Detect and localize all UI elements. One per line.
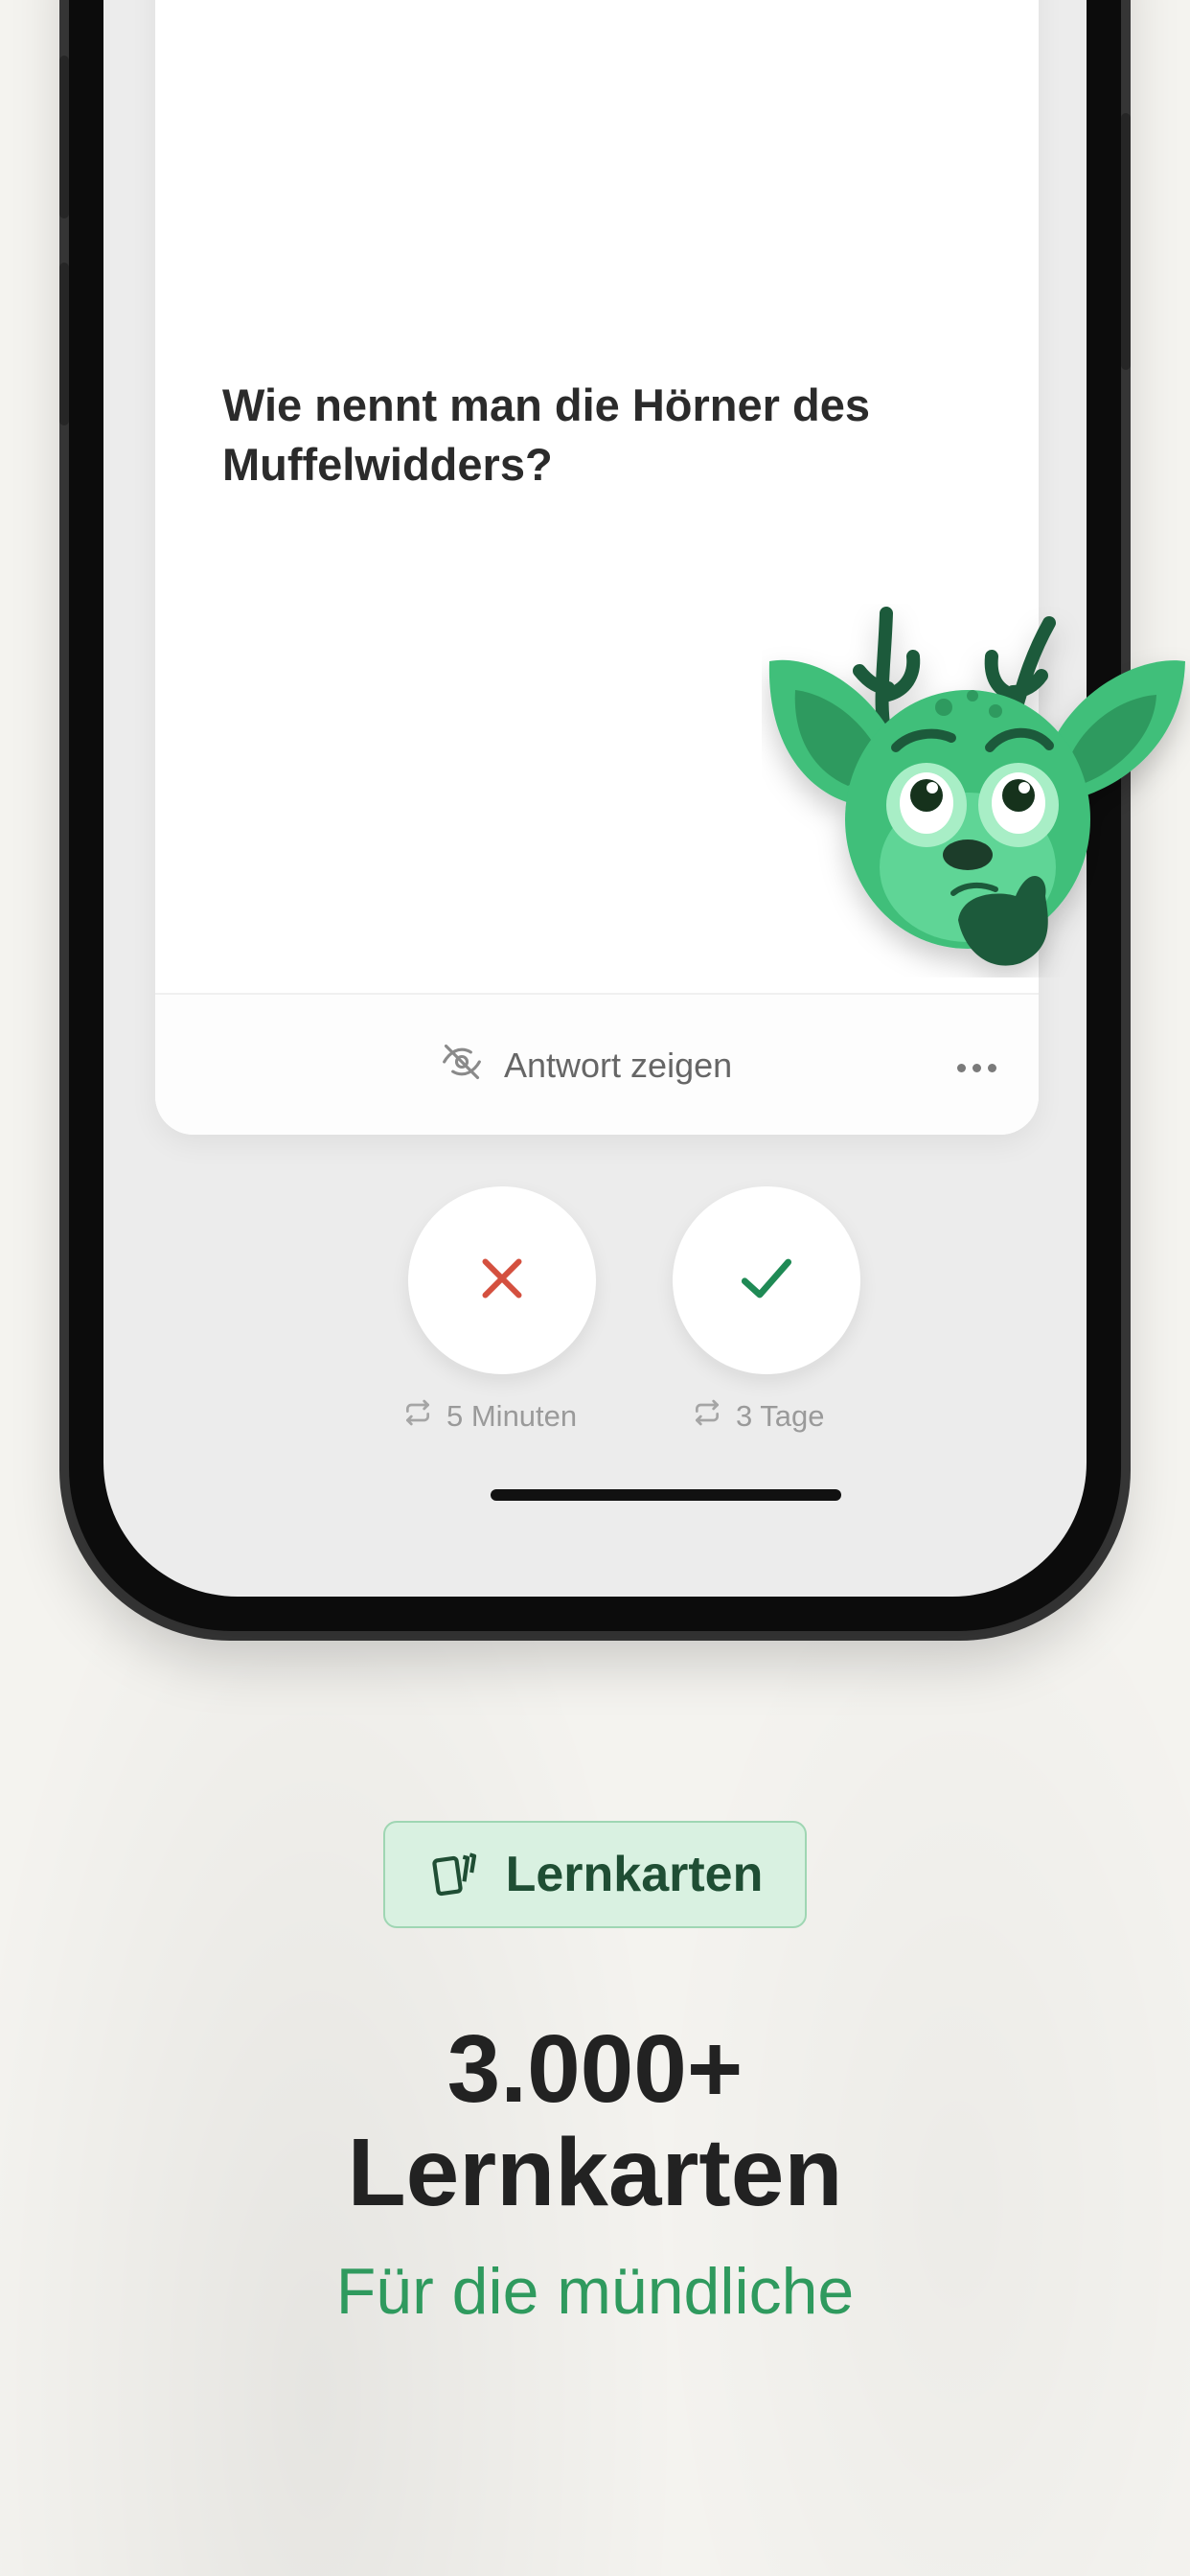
right-interval-label: 3 Tage xyxy=(736,1399,825,1433)
right-interval: 3 Tage xyxy=(692,1397,825,1436)
card-question: Wie nennt man die Hörner des Muffelwidde… xyxy=(222,380,870,490)
wrong-interval-label: 5 Minuten xyxy=(446,1399,578,1433)
show-answer-button[interactable]: Antwort zeigen xyxy=(441,1041,732,1091)
repeat-icon xyxy=(692,1397,722,1436)
badge-label: Lernkarten xyxy=(505,1847,764,1902)
volume-button-up xyxy=(59,56,69,218)
check-icon xyxy=(734,1246,799,1316)
volume-button-down xyxy=(59,263,69,426)
headline-line-1: 3.000+ xyxy=(446,2015,744,2123)
more-options-icon[interactable] xyxy=(957,1064,996,1072)
show-answer-label: Antwort zeigen xyxy=(504,1046,733,1085)
card-footer: Antwort zeigen xyxy=(155,993,1039,1135)
headline-line-2: Lernkarten xyxy=(347,2119,843,2226)
home-indicator xyxy=(491,1489,841,1501)
wrong-answer-button[interactable] xyxy=(408,1186,596,1374)
cards-icon xyxy=(427,1846,481,1904)
deer-mascot xyxy=(762,604,1190,978)
right-answer-button[interactable] xyxy=(673,1186,860,1374)
wrong-interval: 5 Minuten xyxy=(402,1397,577,1436)
close-icon xyxy=(473,1250,531,1312)
repeat-icon xyxy=(402,1397,433,1436)
subline: Für die mündliche xyxy=(335,2255,855,2328)
eye-off-icon xyxy=(441,1041,483,1092)
power-button xyxy=(1121,113,1131,370)
category-badge: Lernkarten xyxy=(383,1821,807,1928)
